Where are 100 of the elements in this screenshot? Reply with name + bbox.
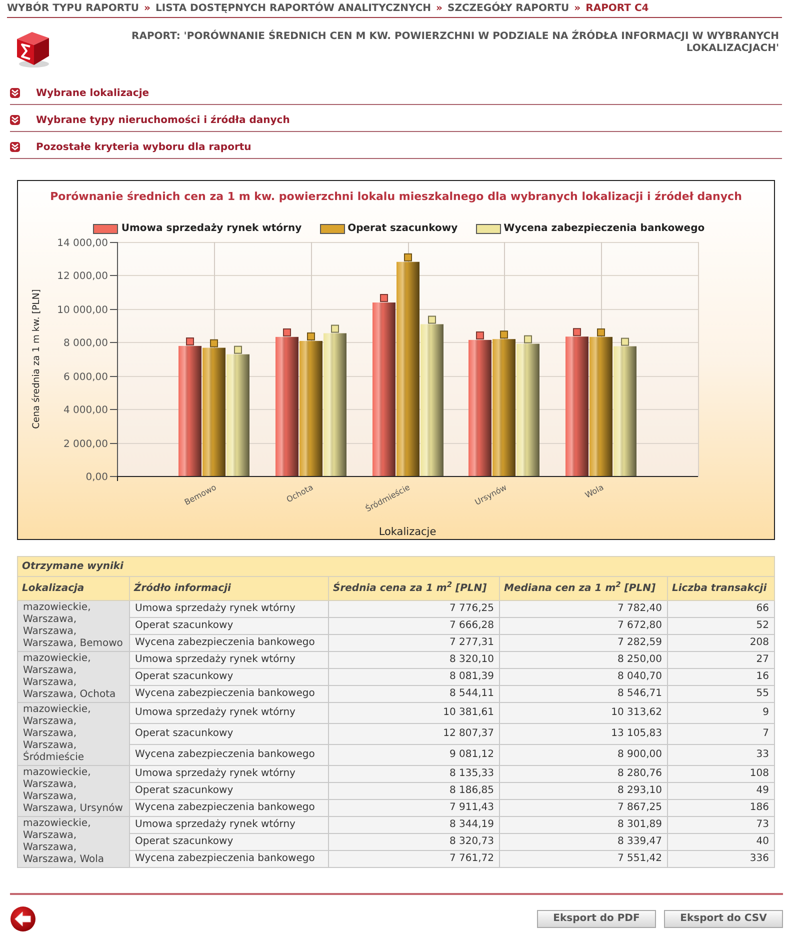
table-cell: 108: [668, 766, 775, 782]
legend-label: Operat szacunkowy: [348, 223, 458, 235]
y-axis-title: Cena średnia za 1 m kw. [PLN]: [31, 289, 42, 429]
table-cell: 8 900,00: [500, 744, 668, 766]
section-toggle-link[interactable]: Wybrane typy nieruchomości i źródła danych: [36, 115, 290, 127]
table-cell: 55: [668, 686, 775, 702]
table-cell: 8 344,19: [328, 816, 500, 834]
square-marker-icon: [210, 339, 218, 348]
table-caption: Otrzymane wyniki: [18, 556, 775, 576]
table-cell: 49: [668, 782, 775, 800]
chart-title: Porównanie średnich cen za 1 m kw. powierzchni lokalu mieszkalnego dla wybranych lokalizacji i źródeł danych: [50, 191, 742, 203]
square-marker-icon: [186, 337, 194, 346]
double-chevron-down-icon[interactable]: [10, 142, 20, 152]
table-cell: 52: [668, 618, 775, 634]
table-cell: Wycena zabezpieczenia bankowego: [130, 800, 328, 816]
square-marker-icon: [524, 335, 532, 344]
table-cell: 8 081,39: [328, 668, 500, 686]
table-cell: Umowa sprzedaży rynek wtórny: [130, 702, 328, 724]
square-marker-icon: [621, 338, 629, 346]
table-cell: 186: [668, 800, 775, 816]
square-marker-icon: [597, 328, 605, 336]
table-cell: 10 313,62: [500, 702, 668, 724]
square-marker-icon: [428, 316, 436, 324]
breadcrumb-item: RAPORT C4: [586, 2, 649, 14]
report-title: RAPORT: 'PORÓWNANIE ŚREDNICH CEN M KW. POWIERZCHNI W PODZIALE NA ŹRÓDŁA INFORMACJI W WYBRANYCH LOKALIZACJACH': [130, 28, 779, 55]
table-cell: 208: [668, 634, 775, 652]
y-tick-label: 10 000,00: [57, 305, 108, 316]
y-tick-label: 6 000,00: [63, 372, 108, 383]
table-cell: 33: [668, 744, 775, 766]
square-marker-icon: [331, 324, 339, 333]
table-cell: 7 282,59: [500, 634, 668, 652]
table-cell: 8 250,00: [500, 652, 668, 668]
breadcrumb-item[interactable]: WYBÓR TYPU RAPORTU: [7, 2, 140, 14]
breadcrumb-item[interactable]: SZCZEGÓŁY RAPORTU: [448, 2, 570, 14]
table-cell: 7 277,31: [328, 634, 500, 652]
breadcrumb-separator: »: [574, 2, 581, 14]
y-tick-label: 14 000,00: [57, 238, 108, 249]
table-cell: 8 320,73: [328, 834, 500, 850]
table-cell: 8 040,70: [500, 668, 668, 686]
export-button[interactable]: Eksport do PDF: [537, 910, 656, 928]
table-cell: 16: [668, 668, 775, 686]
table-cell: 8 135,33: [328, 766, 500, 782]
table-cell: mazowieckie, Warszawa, Warszawa, Warszawa, Wola: [18, 816, 130, 868]
table-cell: Umowa sprzedaży rynek wtórny: [130, 652, 328, 668]
table-cell: Operat szacunkowy: [130, 668, 328, 686]
y-tick-label: 8 000,00: [63, 338, 108, 349]
export-button[interactable]: Eksport do CSV: [664, 910, 783, 928]
section-toggle-link[interactable]: Wybrane lokalizacje: [36, 88, 150, 100]
table-cell: 8 280,76: [500, 766, 668, 782]
table-cell: Wycena zabezpieczenia bankowego: [130, 744, 328, 766]
table-cell: 336: [668, 850, 775, 868]
column-header: Lokalizacja: [18, 576, 130, 600]
table-cell: 8 293,10: [500, 782, 668, 800]
table-cell: 7 776,25: [328, 600, 500, 618]
y-tick-label: 4 000,00: [63, 405, 108, 416]
table-cell: 9 081,12: [328, 744, 500, 766]
legend-label: Wycena zabezpieczenia bankowego: [504, 223, 705, 235]
square-marker-icon: [500, 330, 508, 339]
table-cell: Wycena zabezpieczenia bankowego: [130, 686, 328, 702]
table-cell: Operat szacunkowy: [130, 618, 328, 634]
square-marker-icon: [234, 346, 242, 354]
column-header: Mediana cen za 1 m$^{2}$ [PLN]: [500, 576, 668, 600]
y-tick-label: 12 000,00: [57, 271, 108, 282]
double-chevron-down-icon[interactable]: [10, 114, 20, 124]
table-cell: 73: [668, 816, 775, 834]
square-marker-icon: [404, 253, 412, 262]
breadcrumb-separator: »: [436, 2, 443, 14]
table-cell: Operat szacunkowy: [130, 834, 328, 850]
x-axis-title: Lokalizacje: [378, 526, 436, 538]
table-cell: 8 301,89: [500, 816, 668, 834]
table-cell: 13 105,83: [500, 724, 668, 744]
breadcrumb-separator: »: [144, 2, 150, 14]
table-cell: 8 186,85: [328, 782, 500, 800]
table-cell: 40: [668, 834, 775, 850]
breadcrumb-item[interactable]: LISTA DOSTĘPNYCH RAPORTÓW ANALITYCZNYCH: [156, 2, 432, 14]
section-toggle-link[interactable]: Pozostałe kryteria wyboru dla raportu: [36, 142, 252, 154]
table-cell: Umowa sprzedaży rynek wtórny: [130, 816, 328, 834]
table-cell: 8 546,71: [500, 686, 668, 702]
double-chevron-down-icon[interactable]: [10, 88, 20, 98]
table-cell: 7 666,28: [328, 618, 500, 634]
table-cell: 7 867,25: [500, 800, 668, 816]
table-cell: 7: [668, 724, 775, 744]
table-cell: 7 761,72: [328, 850, 500, 868]
column-header: Liczba transakcji: [668, 576, 775, 600]
table-cell: Umowa sprzedaży rynek wtórny: [130, 600, 328, 618]
table-cell: 27: [668, 652, 775, 668]
y-tick-label: 2 000,00: [63, 439, 108, 450]
table-cell: 8 320,10: [328, 652, 500, 668]
table-cell: 66: [668, 600, 775, 618]
table-cell: Wycena zabezpieczenia bankowego: [130, 850, 328, 868]
square-marker-icon: [307, 332, 315, 340]
table-cell: 7 672,80: [500, 618, 668, 634]
column-header: Średnia cena za 1 m$^{2}$ [PLN]: [328, 576, 500, 600]
square-marker-icon: [573, 328, 581, 336]
table-cell: 7 551,42: [500, 850, 668, 868]
table-cell: Umowa sprzedaży rynek wtórny: [130, 766, 328, 782]
table-cell: 9: [668, 702, 775, 724]
column-header: Źródło informacji: [130, 576, 328, 600]
table-cell: Operat szacunkowy: [130, 782, 328, 800]
table-cell: 8 544,11: [328, 686, 500, 702]
